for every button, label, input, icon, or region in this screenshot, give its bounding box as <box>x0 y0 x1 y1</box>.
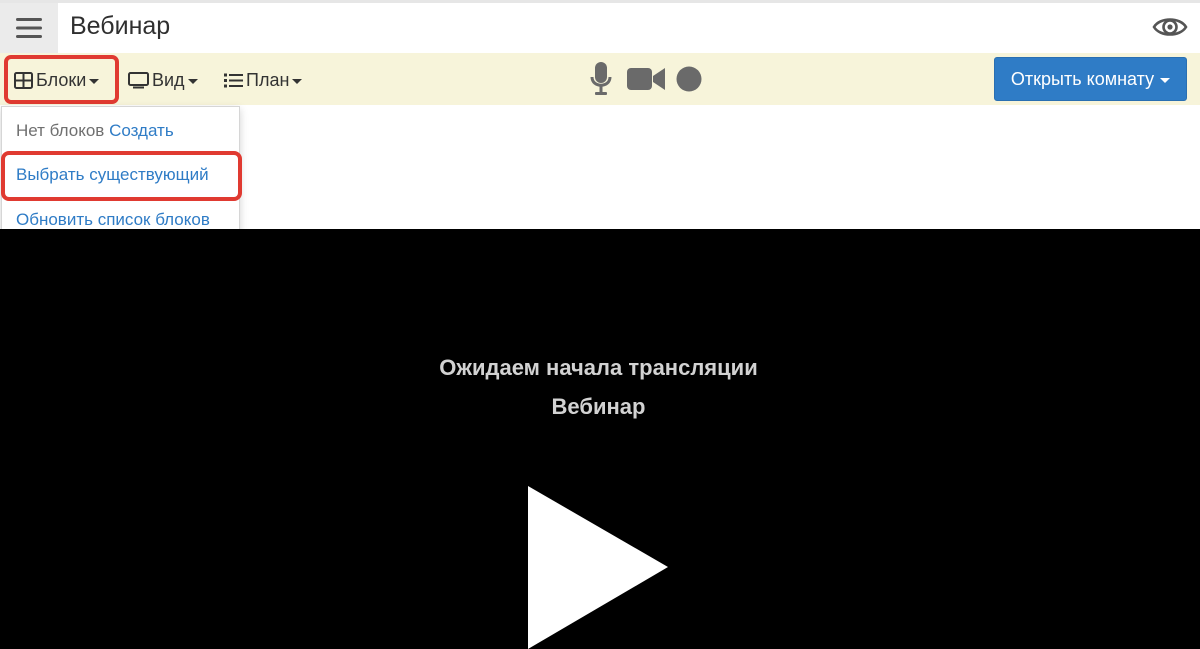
list-icon <box>224 73 243 87</box>
header: Вебинар <box>0 3 1200 53</box>
chevron-down-icon <box>1160 77 1171 83</box>
video-player[interactable]: Ожидаем начала трансляции Вебинар <box>0 229 1200 649</box>
plan-menu-label: План <box>246 69 290 90</box>
view-menu-button[interactable]: Вид <box>128 67 198 93</box>
no-blocks-text: Нет блоков <box>16 121 105 140</box>
open-room-label: Открыть комнату <box>1010 68 1155 89</box>
chevron-down-icon <box>187 78 198 84</box>
chevron-down-icon <box>292 78 303 84</box>
waiting-message: Ожидаем начала трансляции <box>439 355 758 380</box>
grid-icon <box>14 71 33 89</box>
refresh-blocks-item[interactable]: Обновить список блоков <box>16 210 210 230</box>
chevron-down-icon <box>89 78 100 84</box>
blocks-menu-label: Блоки <box>36 69 87 90</box>
no-blocks-row: Нет блоков Создать <box>16 121 174 141</box>
event-title: Вебинар <box>551 394 646 419</box>
menu-icon <box>16 18 42 38</box>
view-menu-label: Вид <box>152 69 185 90</box>
choose-existing-item[interactable]: Выбрать существующий <box>16 165 209 185</box>
menu-button[interactable] <box>0 3 58 53</box>
camera-icon[interactable] <box>627 62 665 96</box>
record-icon[interactable] <box>676 62 702 96</box>
page-title: Вебинар <box>70 12 171 40</box>
blocks-menu-button[interactable]: Блоки <box>14 67 100 93</box>
create-block-link[interactable]: Создать <box>109 121 174 140</box>
blocks-dropdown-menu: Нет блоков Создать Выбрать существующий … <box>1 106 240 242</box>
plan-menu-button[interactable]: План <box>224 67 303 93</box>
microphone-icon[interactable] <box>590 62 612 96</box>
open-room-button[interactable]: Открыть комнату <box>994 57 1187 101</box>
monitor-icon <box>128 71 149 88</box>
eye-icon[interactable] <box>1152 12 1188 42</box>
play-icon[interactable] <box>528 486 668 649</box>
